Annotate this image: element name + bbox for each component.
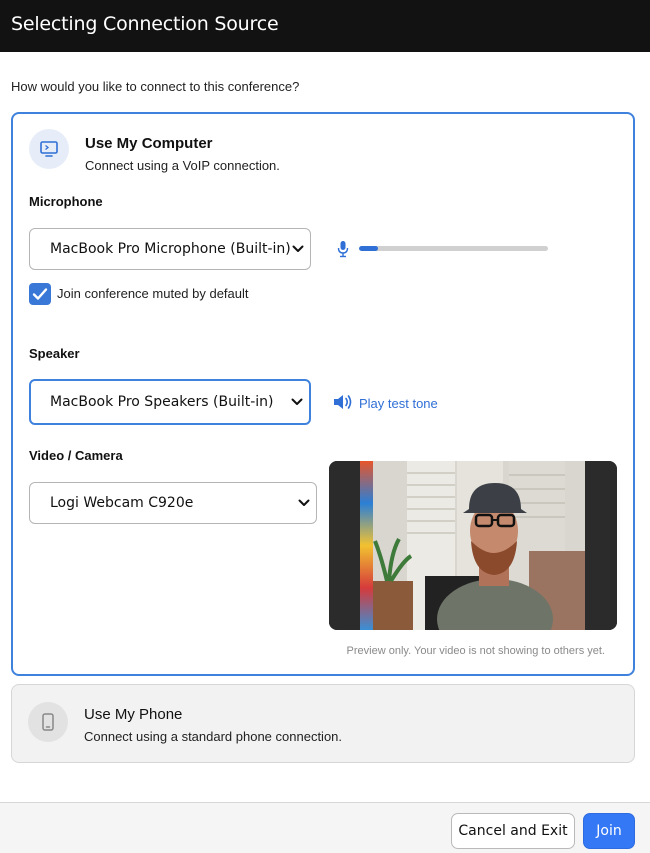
- camera-select[interactable]: Logi Webcam C920e: [29, 482, 317, 524]
- microphone-level-fill: [359, 246, 378, 251]
- dialog-footer: Cancel and Exit Join: [0, 802, 650, 853]
- webcam-feed-image: [329, 461, 617, 630]
- microphone-select-value: MacBook Pro Microphone (Built-in): [50, 241, 291, 257]
- title-bar: Selecting Connection Source: [0, 0, 650, 52]
- camera-select-value: Logi Webcam C920e: [50, 495, 194, 511]
- microphone-label: Microphone: [29, 194, 103, 209]
- play-test-tone-label: Play test tone: [359, 396, 438, 411]
- microphone-icon: [337, 240, 349, 263]
- chevron-down-icon: [298, 495, 310, 511]
- use-phone-option[interactable]: [11, 684, 635, 763]
- connection-prompt: How would you like to connect to this co…: [11, 79, 300, 94]
- phone-option-title: Use My Phone: [84, 706, 183, 723]
- join-button[interactable]: Join: [583, 813, 635, 849]
- microphone-level-meter: [359, 246, 548, 251]
- play-test-tone-link[interactable]: Play test tone: [333, 393, 438, 414]
- speaker-select[interactable]: MacBook Pro Speakers (Built-in): [29, 379, 311, 425]
- speaker-select-value: MacBook Pro Speakers (Built-in): [50, 394, 274, 410]
- phone-icon: [28, 702, 68, 742]
- preview-note: Preview only. Your video is not showing …: [346, 645, 605, 657]
- speaker-label: Speaker: [29, 346, 80, 361]
- cancel-and-exit-button[interactable]: Cancel and Exit: [451, 813, 575, 849]
- window-title: Selecting Connection Source: [11, 13, 279, 35]
- chevron-down-icon: [292, 241, 304, 257]
- mute-by-default-checkbox[interactable]: [29, 283, 51, 305]
- computer-option-subtitle: Connect using a VoIP connection.: [85, 158, 280, 173]
- camera-label: Video / Camera: [29, 448, 123, 463]
- phone-option-subtitle: Connect using a standard phone connectio…: [84, 729, 343, 744]
- microphone-select[interactable]: MacBook Pro Microphone (Built-in): [29, 228, 311, 270]
- chevron-down-icon: [291, 394, 303, 410]
- video-preview: [329, 461, 617, 630]
- monitor-icon: [29, 129, 69, 169]
- mute-by-default-label: Join conference muted by default: [57, 286, 249, 301]
- computer-option-title: Use My Computer: [85, 135, 213, 152]
- speaker-volume-icon: [333, 393, 353, 414]
